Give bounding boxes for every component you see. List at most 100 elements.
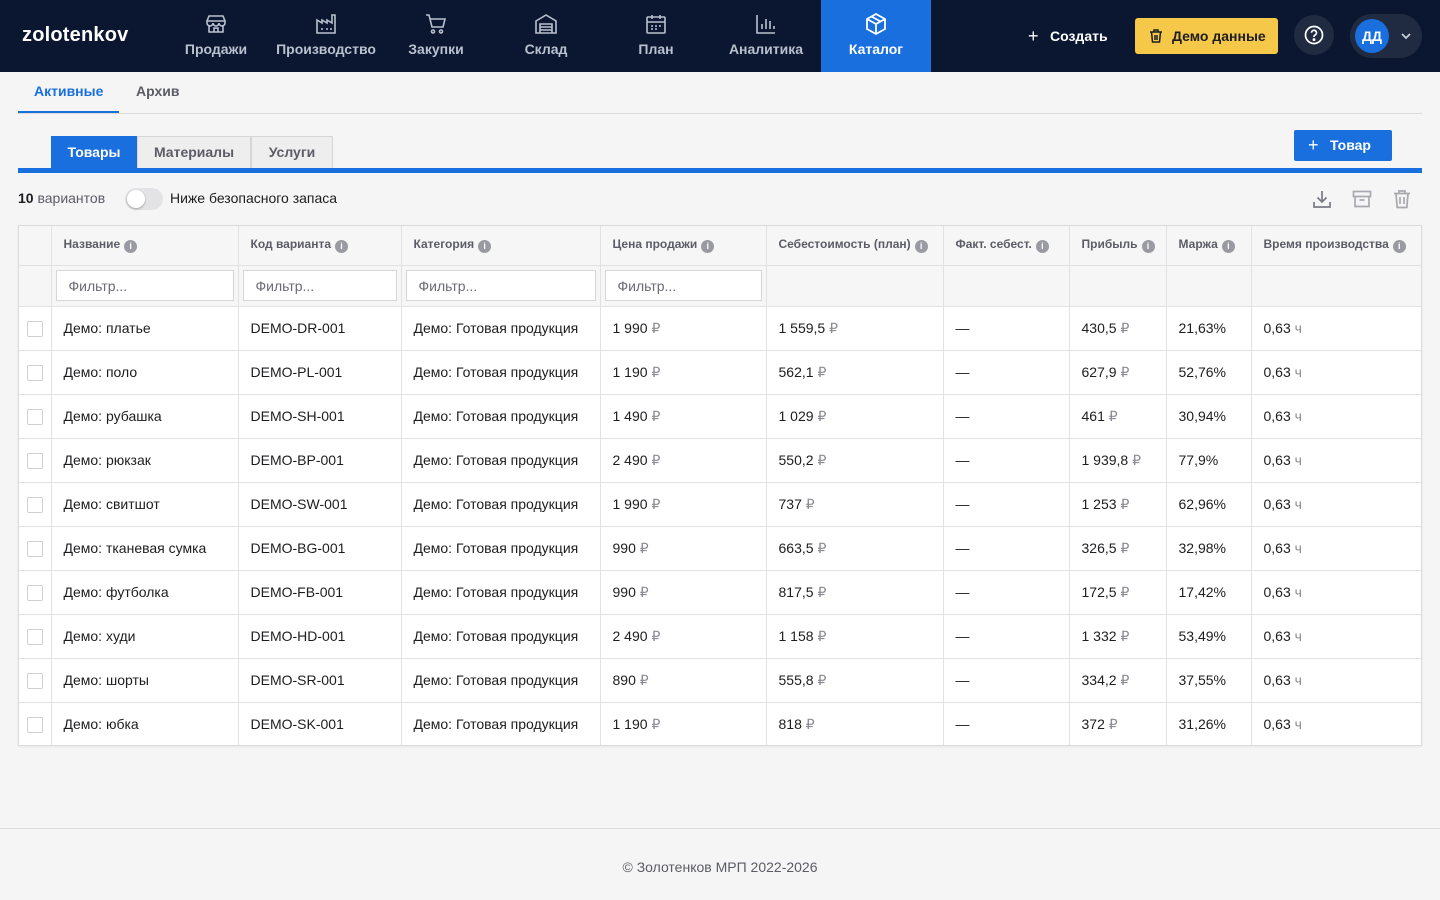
info-icon[interactable]: i	[1221, 240, 1235, 254]
filter-category-input[interactable]	[405, 270, 596, 301]
row-checkbox[interactable]	[26, 540, 43, 557]
column-header-name[interactable]: Название i	[51, 226, 239, 266]
production-time-value: 0,63	[1263, 716, 1291, 732]
info-icon[interactable]: i	[124, 240, 138, 254]
nav-item-warehouse[interactable]: Склад	[491, 0, 601, 72]
hours-unit: ч	[1294, 540, 1302, 556]
info-icon[interactable]: i	[1035, 240, 1049, 254]
row-checkbox[interactable]	[26, 408, 43, 425]
row-checkbox[interactable]	[26, 452, 43, 469]
table-row[interactable]: Демо: футболка DEMO-FB-001 Демо: Готовая п…	[19, 570, 1421, 615]
tab-materials[interactable]: Материалы	[137, 136, 251, 169]
row-checkbox[interactable]	[26, 364, 43, 381]
column-header-planned-cost[interactable]: Себестоимость (план) i	[766, 226, 944, 266]
nav-item-production[interactable]: Производство	[271, 0, 381, 72]
hours-unit: ч	[1294, 452, 1302, 468]
table-row[interactable]: Демо: шорты DEMO-SR-001 Демо: Готовая прод…	[19, 658, 1421, 703]
variant-code-cell: DEMO-DR-001	[238, 306, 402, 351]
product-name-cell: Демо: тканевая сумка	[51, 526, 239, 571]
user-menu[interactable]: ДД	[1350, 14, 1422, 58]
help-button[interactable]	[1294, 15, 1334, 55]
ruble-symbol: ₽	[829, 319, 839, 336]
add-product-button[interactable]: + Товар	[1294, 130, 1392, 161]
profit-cell: 1 332 ₽	[1069, 614, 1167, 659]
column-header-category[interactable]: Категория i	[401, 226, 601, 266]
info-icon[interactable]: i	[478, 240, 492, 254]
app-logo[interactable]: zolotenkov	[22, 24, 128, 47]
variant-code-value: DEMO-PL-001	[250, 364, 343, 380]
table-row[interactable]: Демо: рюкзак DEMO-BP-001 Демо: Готовая про…	[19, 438, 1421, 483]
delete-icon[interactable]	[1391, 188, 1413, 210]
ruble-symbol: ₽	[817, 539, 827, 556]
filter-code-input[interactable]	[242, 270, 397, 301]
profit-cell: 430,5 ₽	[1069, 306, 1167, 351]
category-cell: Демо: Готовая продукция	[401, 570, 601, 615]
row-checkbox[interactable]	[26, 672, 43, 689]
row-checkbox[interactable]	[26, 320, 43, 337]
demo-data-button[interactable]: Демо данные	[1135, 18, 1278, 54]
column-header-profit[interactable]: Прибыль i	[1069, 226, 1167, 266]
filter-name-input[interactable]	[55, 270, 234, 301]
column-header-actual-cost[interactable]: Факт. себест. i	[943, 226, 1070, 266]
info-icon[interactable]: i	[914, 240, 928, 254]
info-icon[interactable]: i	[335, 240, 349, 254]
filter-cell-empty	[19, 265, 52, 307]
column-header-price[interactable]: Цена продажи i	[600, 226, 767, 266]
nav-item-purchases[interactable]: Закупки	[381, 0, 491, 72]
sale-price-value: 1 990	[612, 495, 648, 512]
product-name-value: Демо: худи	[63, 628, 136, 644]
nav-item-plan[interactable]: План	[601, 0, 711, 72]
table-row[interactable]: Демо: худи DEMO-HD-001 Демо: Готовая проду…	[19, 614, 1421, 659]
low-stock-toggle[interactable]	[125, 188, 163, 210]
margin-value: 53,49%	[1178, 628, 1226, 644]
table-row[interactable]: Демо: поло DEMO-PL-001 Демо: Готовая проду…	[19, 350, 1421, 395]
actual-cost-value: —	[955, 364, 970, 380]
profit-value: 461	[1081, 407, 1105, 424]
production-time-cell: 0,63 ч	[1251, 702, 1421, 745]
info-icon[interactable]: i	[701, 240, 715, 254]
margin-cell: 53,49%	[1166, 614, 1252, 659]
tab-goods[interactable]: Товары	[51, 136, 137, 169]
nav-item-sales[interactable]: Продажи	[161, 0, 271, 72]
product-name-cell: Демо: свитшот	[51, 482, 239, 527]
margin-cell: 52,76%	[1166, 350, 1252, 395]
tab-services[interactable]: Услуги	[251, 136, 333, 169]
variant-code-value: DEMO-SR-001	[250, 672, 345, 688]
variants-count-number: 10	[18, 190, 34, 206]
table-row[interactable]: Демо: свитшот DEMO-SW-001 Демо: Готовая пр…	[19, 482, 1421, 527]
tab-active[interactable]: Активные	[18, 72, 120, 113]
ruble-symbol: ₽	[1120, 627, 1130, 644]
row-checkbox[interactable]	[26, 496, 43, 513]
hours-unit: ч	[1294, 716, 1302, 732]
category-value: Демо: Готовая продукция	[413, 628, 579, 644]
filter-price-input[interactable]	[604, 270, 762, 301]
column-header-code[interactable]: Код варианта i	[238, 226, 402, 266]
sale-price-value: 2 490	[612, 627, 648, 644]
planned-cost-value: 737	[778, 495, 802, 512]
table-row[interactable]: Демо: платье DEMO-DR-001 Демо: Готовая про…	[19, 306, 1421, 351]
profit-cell: 627,9 ₽	[1069, 350, 1167, 395]
ruble-symbol: ₽	[1120, 583, 1130, 600]
profit-cell: 334,2 ₽	[1069, 658, 1167, 703]
nav-item-analytics[interactable]: Аналитика	[711, 0, 821, 72]
download-icon[interactable]	[1311, 188, 1333, 210]
variant-code-value: DEMO-FB-001	[250, 584, 344, 600]
archive-icon[interactable]	[1351, 188, 1373, 210]
nav-item-catalog[interactable]: Каталог	[821, 0, 931, 72]
table-row[interactable]: Демо: юбка DEMO-SK-001 Демо: Готовая проду…	[19, 702, 1421, 745]
filter-cell-empty	[766, 265, 944, 307]
column-header-production-time[interactable]: Время производства i	[1251, 226, 1421, 266]
row-checkbox[interactable]	[26, 584, 43, 601]
info-icon[interactable]: i	[1141, 240, 1155, 254]
tab-archive[interactable]: Архив	[120, 72, 195, 113]
column-header-margin[interactable]: Маржа i	[1166, 226, 1252, 266]
info-icon[interactable]: i	[1392, 240, 1406, 254]
profit-cell: 172,5 ₽	[1069, 570, 1167, 615]
row-checkbox[interactable]	[26, 716, 43, 733]
row-checkbox[interactable]	[26, 628, 43, 645]
actual-cost-value: —	[955, 496, 970, 512]
table-row[interactable]: Демо: рубашка DEMO-SH-001 Демо: Готовая пр…	[19, 394, 1421, 439]
variant-code-value: DEMO-BG-001	[250, 540, 346, 556]
table-row[interactable]: Демо: тканевая сумка DEMO-BG-001 Демо: Гот…	[19, 526, 1421, 571]
create-button[interactable]: + Создать	[1018, 18, 1118, 54]
